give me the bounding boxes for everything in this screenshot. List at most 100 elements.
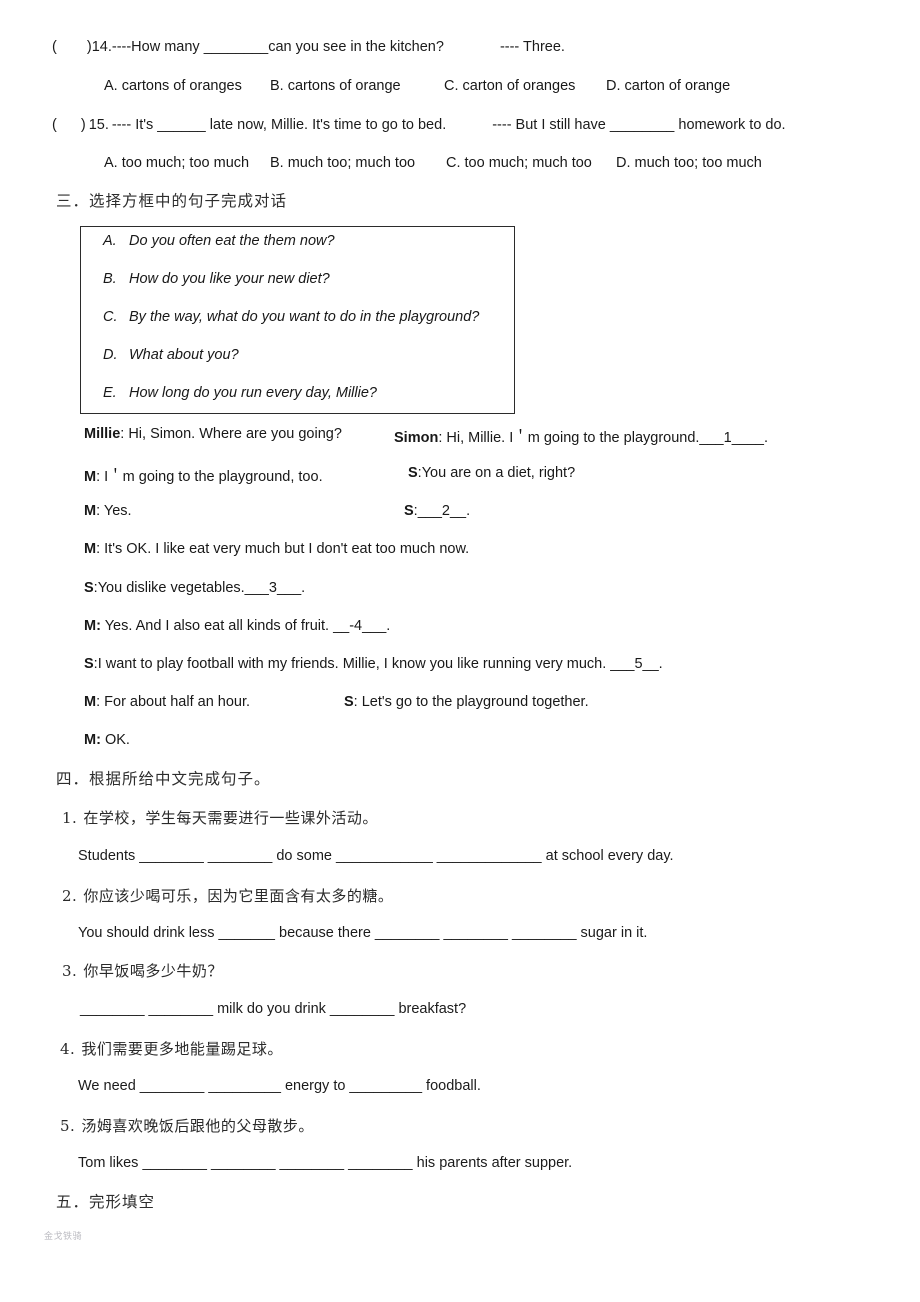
dialogue-line-2-right: S:You are on a diet, right?: [408, 465, 575, 481]
watermark: 金戈铁骑: [44, 1232, 83, 1242]
section-four-item-2-number: 2.: [62, 887, 78, 905]
section-five-heading: 五．完形填空: [56, 1193, 156, 1211]
bank-option-d-text: What about you?: [129, 347, 239, 363]
question-15-close-bracket: ): [80, 117, 86, 133]
bank-option-e[interactable]: E. How long do you run every day, Millie?: [103, 385, 377, 401]
sentence-bank-box: A. Do you often eat the them now? B. How d…: [80, 226, 515, 414]
dialogue-line-7-left-text: :I want to play football with my friends…: [93, 656, 663, 672]
question-14-text: ----How many ________can you see in the …: [111, 39, 444, 55]
dialogue-line-8-left-text: : For about half an hour.: [96, 694, 251, 710]
question-14-stem: ()14.----How many ________can you see in…: [52, 39, 565, 56]
dialogue-line-6-left-speaker: M:: [84, 618, 101, 634]
section-four-item-2-chinese-text: 你应该少喝可乐，因为它里面含有太多的糖。: [83, 887, 394, 905]
section-four-item-4-number: 4.: [60, 1040, 76, 1058]
dialogue-line-9-left: M: OK.: [84, 732, 130, 748]
dialogue-line-9-left-text: OK.: [100, 732, 130, 748]
dialogue-line-3-left: M: Yes.: [84, 503, 132, 519]
section-four-item-1-english: Students ________ ________ do some _____…: [78, 848, 674, 864]
dialogue-line-2-right-text: :You are on a diet, right?: [417, 465, 576, 481]
question-15-text: ---- It's ______ late now, Millie. It's …: [111, 117, 447, 133]
dialogue-line-2-left: M: I＇m going to the playground, too.: [84, 465, 323, 486]
dialogue-line-3-left-text: : Yes.: [96, 503, 132, 519]
dialogue-line-2-right-speaker: S: [408, 465, 418, 481]
section-four-item-4-chinese-text: 我们需要更多地能量踢足球。: [81, 1040, 283, 1058]
question-15-answer: ---- But I still have ________ homework …: [492, 117, 786, 133]
dialogue-line-9-left-speaker: M:: [84, 732, 101, 748]
section-four-item-3-chinese-text: 你早饭喝多少牛奶？: [83, 962, 223, 980]
section-four-item-3-chinese: 3. 你早饭喝多少牛奶？: [62, 962, 223, 980]
question-14-option-a[interactable]: A. cartons of oranges: [104, 78, 270, 94]
question-15-option-b[interactable]: B. much too; much too: [270, 155, 446, 171]
dialogue-line-8-right-text: : Let's go to the playground together.: [353, 694, 589, 710]
section-four-item-1-chinese: 1. 在学校，学生每天需要进行一些课外活动。: [62, 809, 378, 827]
dialogue-line-1-left: Millie: Hi, Simon. Where are you going?: [84, 426, 342, 442]
dialogue-line-4-left-text: : It's OK. I like eat very much but I do…: [96, 541, 470, 557]
bank-option-e-label: E.: [103, 385, 117, 401]
question-14-answer: ---- Three.: [499, 39, 565, 55]
bank-option-c[interactable]: C. By the way, what do you want to do in …: [103, 309, 479, 325]
question-14-number: 14.: [91, 39, 112, 55]
bank-option-e-text: How long do you run every day, Millie?: [129, 385, 377, 401]
dialogue-line-8-left-speaker: M: [84, 694, 97, 710]
section-four-item-5-chinese-text: 汤姆喜欢晚饭后跟他的父母散步。: [81, 1117, 314, 1135]
section-four-item-1-number: 1.: [62, 809, 78, 827]
section-four-item-5-chinese: 5. 汤姆喜欢晚饭后跟他的父母散步。: [60, 1117, 314, 1135]
document-page: () 14.----How many ________can you see in…: [0, 0, 920, 1302]
section-four-item-3-number: 3.: [62, 962, 78, 980]
question-15-option-a[interactable]: A. too much; too much: [104, 155, 270, 171]
dialogue-line-1-right-text: : Hi, Millie. I＇m going to the playgroun…: [438, 430, 768, 446]
bank-option-d[interactable]: D. What about you?: [103, 347, 239, 363]
dialogue-line-3-right-speaker: S: [404, 503, 414, 519]
bank-option-b-text: How do you like your new diet?: [129, 271, 330, 287]
bank-option-b-label: B.: [103, 271, 117, 287]
question-15-number: 15.: [88, 117, 109, 133]
dialogue-line-3-right: S:___2__.: [404, 503, 470, 519]
section-four-item-2-chinese: 2. 你应该少喝可乐，因为它里面含有太多的糖。: [62, 887, 393, 905]
dialogue-line-5-left-text: :You dislike vegetables.___3___.: [93, 580, 306, 596]
dialogue-line-1-right-speaker: Simon: [394, 430, 439, 446]
section-four-item-1-chinese-text: 在学校，学生每天需要进行一些课外活动。: [83, 809, 378, 827]
section-four-item-5-number: 5.: [60, 1117, 76, 1135]
dialogue-line-2-left-text: : I＇m going to the playground, too.: [96, 469, 323, 485]
dialogue-line-4-left: M: It's OK. I like eat very much but I d…: [84, 541, 469, 557]
bank-option-a-label: A.: [103, 233, 117, 249]
section-four-item-4-english: We need ________ _________ energy to ___…: [78, 1078, 481, 1094]
dialogue-line-7-left-speaker: S: [84, 656, 94, 672]
question-15-option-c[interactable]: C. too much; much too: [446, 155, 616, 171]
dialogue-line-4-left-speaker: M: [84, 541, 97, 557]
bank-option-a[interactable]: A. Do you often eat the them now?: [103, 233, 335, 249]
section-four-item-2-english: You should drink less _______ because th…: [78, 925, 648, 941]
section-four-item-5-english: Tom likes ________ ________ ________ ___…: [78, 1155, 573, 1171]
question-15-option-d[interactable]: D. much too; too much: [616, 155, 762, 171]
dialogue-line-8-right-speaker: S: [344, 694, 354, 710]
bank-option-c-text: By the way, what do you want to do in th…: [129, 309, 480, 325]
question-14-option-d[interactable]: D. carton of orange: [606, 78, 730, 94]
section-four-item-4-chinese: 4. 我们需要更多地能量踢足球。: [60, 1040, 283, 1058]
bank-option-a-text: Do you often eat the them now?: [129, 233, 335, 249]
dialogue-line-3-left-speaker: M: [84, 503, 97, 519]
section-three-heading: 三．选择方框中的句子完成对话: [56, 192, 288, 210]
question-15-stem: () 15. ---- It's ______ late now, Millie. …: [52, 117, 786, 134]
bank-option-c-label: C.: [103, 309, 118, 325]
question-14-bracket: (: [52, 39, 57, 55]
dialogue-line-6-left-text: Yes. And I also eat all kinds of fruit. …: [100, 618, 391, 634]
dialogue-line-5-left: S:You dislike vegetables.___3___.: [84, 580, 305, 596]
dialogue-line-1-left-speaker: Millie: [84, 426, 121, 442]
dialogue-line-2-left-speaker: M: [84, 469, 97, 485]
question-14-options: A. cartons of oranges B. cartons of oran…: [104, 78, 730, 94]
dialogue-line-1-left-text: : Hi, Simon. Where are you going?: [120, 426, 342, 442]
dialogue-line-3-right-text: :___2__.: [413, 503, 471, 519]
question-14-option-c[interactable]: C. carton of oranges: [444, 78, 606, 94]
dialogue-line-1-right: Simon: Hi, Millie. I＇m going to the play…: [394, 426, 768, 447]
question-14-option-b[interactable]: B. cartons of orange: [270, 78, 444, 94]
dialogue-line-8-left: M: For about half an hour.: [84, 694, 250, 710]
question-15-options: A. too much; too much B. much too; much …: [104, 155, 762, 171]
section-four-item-3-english: ________ ________ milk do you drink ____…: [80, 1001, 467, 1017]
section-four-heading: 四．根据所给中文完成句子。: [56, 770, 271, 788]
dialogue-line-8-right: S: Let's go to the playground together.: [344, 694, 589, 710]
question-15-bracket: (: [52, 117, 57, 133]
bank-option-d-label: D.: [103, 347, 118, 363]
dialogue-line-6-left: M: Yes. And I also eat all kinds of frui…: [84, 618, 390, 634]
dialogue-line-5-left-speaker: S: [84, 580, 94, 596]
bank-option-b[interactable]: B. How do you like your new diet?: [103, 271, 330, 287]
